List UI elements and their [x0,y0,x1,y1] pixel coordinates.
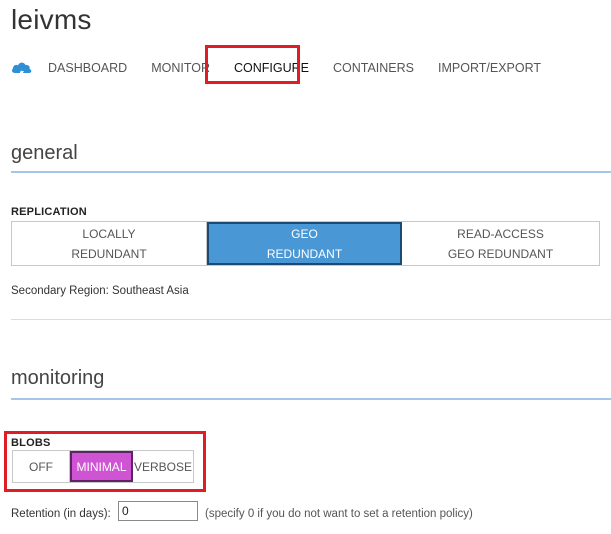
storage-cloud-icon [11,62,32,76]
secondary-region-text: Secondary Region: Southeast Asia [11,285,189,297]
monitoring-section-rule [11,398,611,400]
blobs-selector: OFF MINIMAL VERBOSE [12,450,194,483]
retention-days-input[interactable] [118,501,198,521]
option-line: GEO [291,226,318,241]
replication-option-geo-redundant[interactable]: GEO REDUNDANT [207,222,402,265]
replication-selector: LOCALLY REDUNDANT GEO REDUNDANT READ-ACC… [11,221,600,266]
tab-monitor[interactable]: MONITOR [151,61,210,75]
page-title: leivms [11,4,92,35]
option-line: LOCALLY [82,226,136,241]
section-divider [11,319,611,320]
general-section-rule [11,171,611,173]
tab-import-export[interactable]: IMPORT/EXPORT [438,61,541,75]
replication-option-locally-redundant[interactable]: LOCALLY REDUNDANT [12,222,207,265]
tab-dashboard[interactable]: DASHBOARD [48,61,127,75]
option-line: READ-ACCESS [457,226,544,241]
top-nav: DASHBOARD MONITOR CONFIGURE CONTAINERS I… [11,56,565,80]
retention-hint: (specify 0 if you do not want to set a r… [205,508,473,520]
option-line: REDUNDANT [71,246,147,261]
general-section-title: general [11,142,78,164]
tab-containers[interactable]: CONTAINERS [333,61,414,75]
retention-label: Retention (in days): [11,508,111,520]
blobs-label: BLOBS [11,437,51,449]
blobs-option-off[interactable]: OFF [13,451,70,482]
replication-label: REPLICATION [11,206,87,218]
replication-option-read-access-geo-redundant[interactable]: READ-ACCESS GEO REDUNDANT [402,222,599,265]
tab-configure[interactable]: CONFIGURE [234,61,309,75]
option-line: GEO REDUNDANT [447,246,554,261]
option-line: REDUNDANT [266,246,343,261]
blobs-option-minimal[interactable]: MINIMAL [70,451,133,482]
monitoring-section-title: monitoring [11,367,105,389]
blobs-option-verbose[interactable]: VERBOSE [133,451,193,482]
